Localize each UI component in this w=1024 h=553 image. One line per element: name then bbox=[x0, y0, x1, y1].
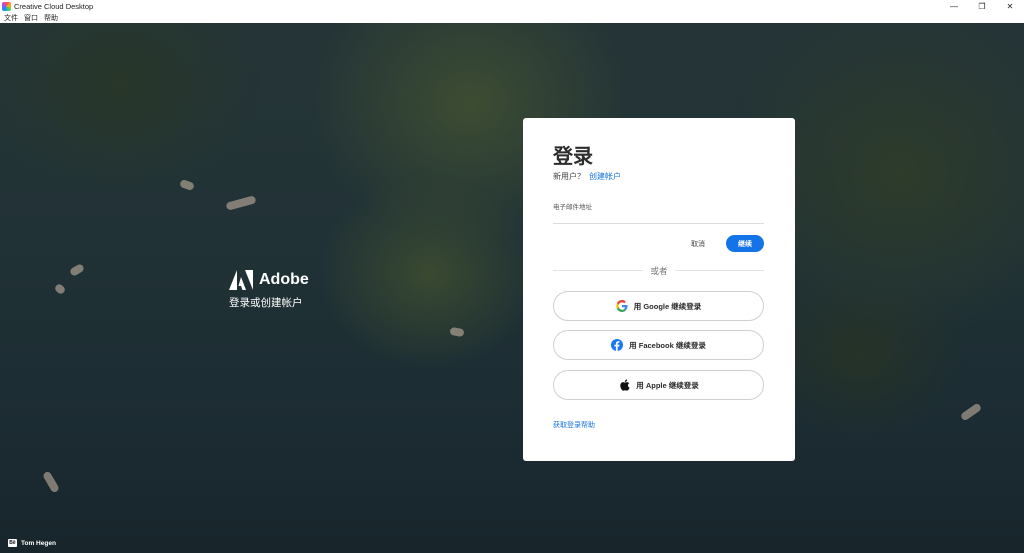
brand-tagline: 登录或创建帐户 bbox=[229, 297, 303, 309]
menu-bar: 文件 窗口 帮助 bbox=[0, 12, 1024, 23]
brand-name: Adobe bbox=[259, 271, 309, 288]
menu-file[interactable]: 文件 bbox=[4, 13, 18, 23]
title-bar: Creative Cloud Desktop — ❐ ✕ bbox=[0, 0, 1024, 12]
swimmer-figure bbox=[225, 195, 257, 211]
menu-window[interactable]: 窗口 bbox=[24, 13, 38, 23]
apple-sign-in-button[interactable]: 用 Apple 继续登录 bbox=[553, 370, 764, 400]
apple-sign-in-label: 用 Apple 继续登录 bbox=[636, 380, 699, 390]
create-account-link[interactable]: 创建帐户 bbox=[589, 172, 621, 181]
apple-icon bbox=[618, 379, 630, 391]
swimmer-figure bbox=[42, 470, 60, 494]
adobe-brand: Adobe 登录或创建帐户 bbox=[229, 270, 309, 310]
creative-cloud-app-icon bbox=[2, 1, 11, 11]
google-sign-in-button[interactable]: 用 Google 继续登录 bbox=[553, 291, 764, 321]
swimmer-figure bbox=[53, 282, 67, 296]
divider-right bbox=[675, 270, 764, 271]
background-photo bbox=[0, 23, 1024, 553]
email-field[interactable] bbox=[553, 210, 764, 224]
cancel-button[interactable]: 取消 bbox=[684, 237, 712, 251]
swimmer-figure bbox=[449, 326, 465, 338]
facebook-sign-in-button[interactable]: 用 Facebook 继续登录 bbox=[553, 330, 764, 360]
new-user-row: 新用户？ 创建帐户 bbox=[553, 171, 621, 182]
adobe-logo-icon bbox=[229, 270, 253, 290]
new-user-prompt: 新用户？ bbox=[553, 172, 585, 181]
close-button[interactable]: ✕ bbox=[996, 0, 1024, 12]
sign-in-help-link[interactable]: 获取登录帮助 bbox=[553, 420, 595, 430]
divider-left bbox=[553, 270, 643, 271]
google-icon bbox=[616, 300, 628, 312]
swimmer-figure bbox=[179, 178, 195, 192]
window-controls: — ❐ ✕ bbox=[940, 0, 1024, 12]
menu-help[interactable]: 帮助 bbox=[44, 13, 58, 23]
minimize-button[interactable]: — bbox=[940, 0, 968, 12]
facebook-sign-in-label: 用 Facebook 继续登录 bbox=[629, 340, 706, 350]
swimmer-figure bbox=[68, 263, 86, 277]
behance-icon: Bē bbox=[8, 539, 17, 547]
continue-button[interactable]: 继续 bbox=[726, 235, 764, 252]
photographer-name: Tom Hegen bbox=[21, 539, 56, 547]
swimmer-figure bbox=[959, 402, 983, 422]
google-sign-in-label: 用 Google 继续登录 bbox=[633, 301, 702, 311]
sign-in-title: 登录 bbox=[553, 146, 593, 168]
restore-button[interactable]: ❐ bbox=[968, 0, 996, 12]
window-title: Creative Cloud Desktop bbox=[14, 1, 94, 11]
photo-credit[interactable]: Bē Tom Hegen bbox=[8, 539, 56, 547]
sign-in-card: 登录 新用户？ 创建帐户 电子邮件地址 取消 继续 或者 用 Google 继续登… bbox=[523, 118, 795, 461]
facebook-icon bbox=[611, 339, 624, 351]
or-divider-text: 或者 bbox=[650, 266, 668, 276]
